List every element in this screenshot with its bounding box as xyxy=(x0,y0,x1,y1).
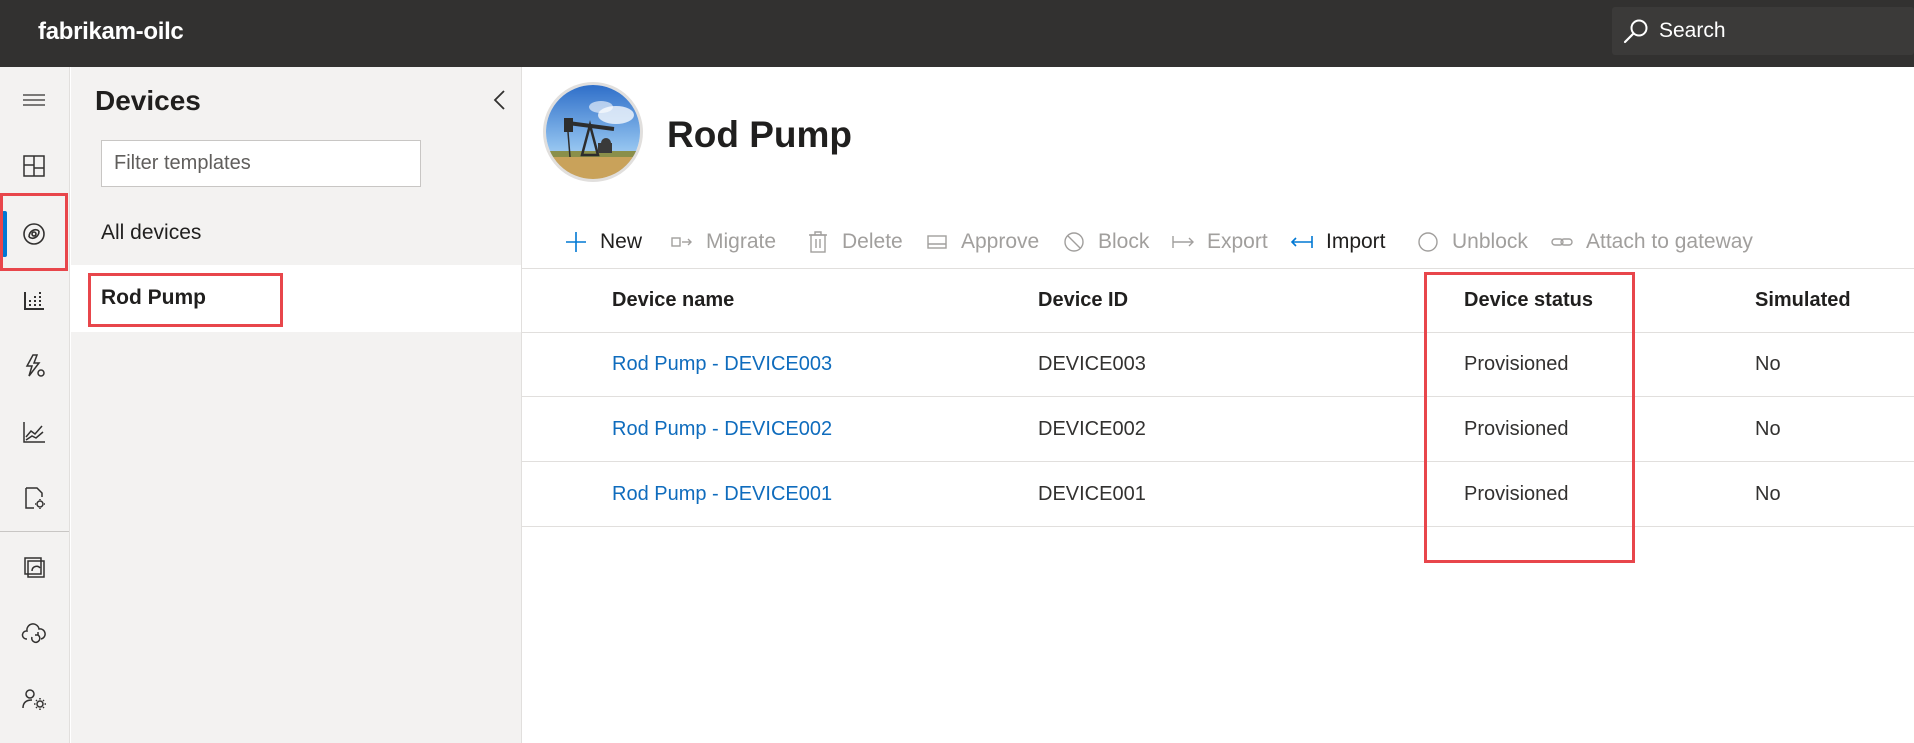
col-device-id[interactable]: Device ID xyxy=(1038,289,1128,312)
new-label: New xyxy=(600,230,643,253)
delete-label: Delete xyxy=(842,230,903,253)
top-bar: fabrikam-oilc Search xyxy=(0,0,1914,67)
data-export-icon[interactable] xyxy=(0,603,68,663)
block-icon xyxy=(1064,232,1084,252)
panel-title: Devices xyxy=(95,85,201,116)
device-id: DEVICE002 xyxy=(1038,418,1146,440)
simulated-value: No xyxy=(1755,353,1781,375)
attach-to-gateway-label: Attach to gateway xyxy=(1586,230,1753,253)
search-label: Search xyxy=(1659,19,1726,42)
plus-icon xyxy=(566,232,586,252)
attach-to-gateway-button[interactable]: Attach to gateway xyxy=(1550,227,1753,257)
simulated-value: No xyxy=(1755,418,1781,440)
nav-all-devices[interactable]: All devices xyxy=(101,221,201,245)
simulated-value: No xyxy=(1755,483,1781,505)
devices-panel: Devices All devices Rod Pump xyxy=(71,67,522,743)
device-template-image xyxy=(546,85,640,179)
import-label: Import xyxy=(1326,230,1386,253)
device-id: DEVICE001 xyxy=(1038,483,1146,505)
device-id: DEVICE003 xyxy=(1038,353,1146,375)
block-button[interactable]: Block xyxy=(1062,227,1149,257)
export-label: Export xyxy=(1207,230,1268,253)
new-button[interactable]: New xyxy=(564,227,642,257)
migrate-button[interactable]: Migrate xyxy=(670,227,776,257)
device-groups-icon[interactable] xyxy=(0,270,68,330)
trash-icon xyxy=(809,231,827,253)
highlight-rail-devices xyxy=(0,193,68,271)
export-button[interactable]: Export xyxy=(1171,227,1268,257)
import-button[interactable]: Import xyxy=(1290,227,1386,257)
migrate-label: Migrate xyxy=(706,230,777,253)
unblock-label: Unblock xyxy=(1452,230,1528,253)
search-box[interactable]: Search xyxy=(1612,7,1914,55)
link-icon xyxy=(1551,238,1573,246)
approve-label: Approve xyxy=(961,230,1040,253)
filter-templates-input[interactable] xyxy=(101,140,421,187)
dashboard-icon[interactable] xyxy=(0,136,68,196)
device-name-link[interactable]: Rod Pump - DEVICE003 xyxy=(612,353,832,376)
block-label: Block xyxy=(1098,230,1150,253)
left-rail xyxy=(0,67,70,743)
migrate-icon xyxy=(671,237,692,247)
import-icon xyxy=(1290,236,1313,248)
search-icon xyxy=(1623,19,1648,44)
device-name-link[interactable]: Rod Pump - DEVICE001 xyxy=(612,483,832,506)
table-row[interactable]: Rod Pump - DEVICE003 DEVICE003 Provision… xyxy=(522,333,1914,397)
delete-button[interactable]: Delete xyxy=(806,227,903,257)
administration-icon[interactable] xyxy=(0,669,68,729)
analytics-icon[interactable] xyxy=(0,402,68,462)
export-icon xyxy=(1172,236,1194,248)
device-name-link[interactable]: Rod Pump - DEVICE002 xyxy=(612,418,832,441)
rail-divider xyxy=(0,531,69,532)
highlight-device-status xyxy=(1424,272,1635,563)
table-row[interactable]: Rod Pump - DEVICE001 DEVICE001 Provision… xyxy=(522,463,1914,527)
device-template-title: Rod Pump xyxy=(667,114,852,155)
jobs-icon[interactable] xyxy=(0,468,68,528)
app-name[interactable]: fabrikam-oilc xyxy=(38,18,184,46)
unblock-icon xyxy=(1418,232,1438,252)
highlight-rod-pump xyxy=(88,273,283,327)
device-templates-icon[interactable] xyxy=(0,537,68,597)
col-simulated[interactable]: Simulated xyxy=(1755,289,1851,312)
command-bar: New Migrate Delete Approve Block Export … xyxy=(522,215,1914,269)
approve-icon xyxy=(927,235,947,249)
rules-icon[interactable] xyxy=(0,336,68,396)
collapse-chevron-icon[interactable] xyxy=(486,85,514,115)
menu-icon[interactable] xyxy=(0,70,68,130)
main-content: Rod Pump New Migrate Delete Approve Bloc… xyxy=(522,67,1914,743)
table-row[interactable]: Rod Pump - DEVICE002 DEVICE002 Provision… xyxy=(522,398,1914,462)
col-device-name[interactable]: Device name xyxy=(612,289,734,312)
table-header: Device name Device ID Device status Simu… xyxy=(522,269,1914,333)
approve-button[interactable]: Approve xyxy=(925,227,1039,257)
unblock-button[interactable]: Unblock xyxy=(1416,227,1528,257)
